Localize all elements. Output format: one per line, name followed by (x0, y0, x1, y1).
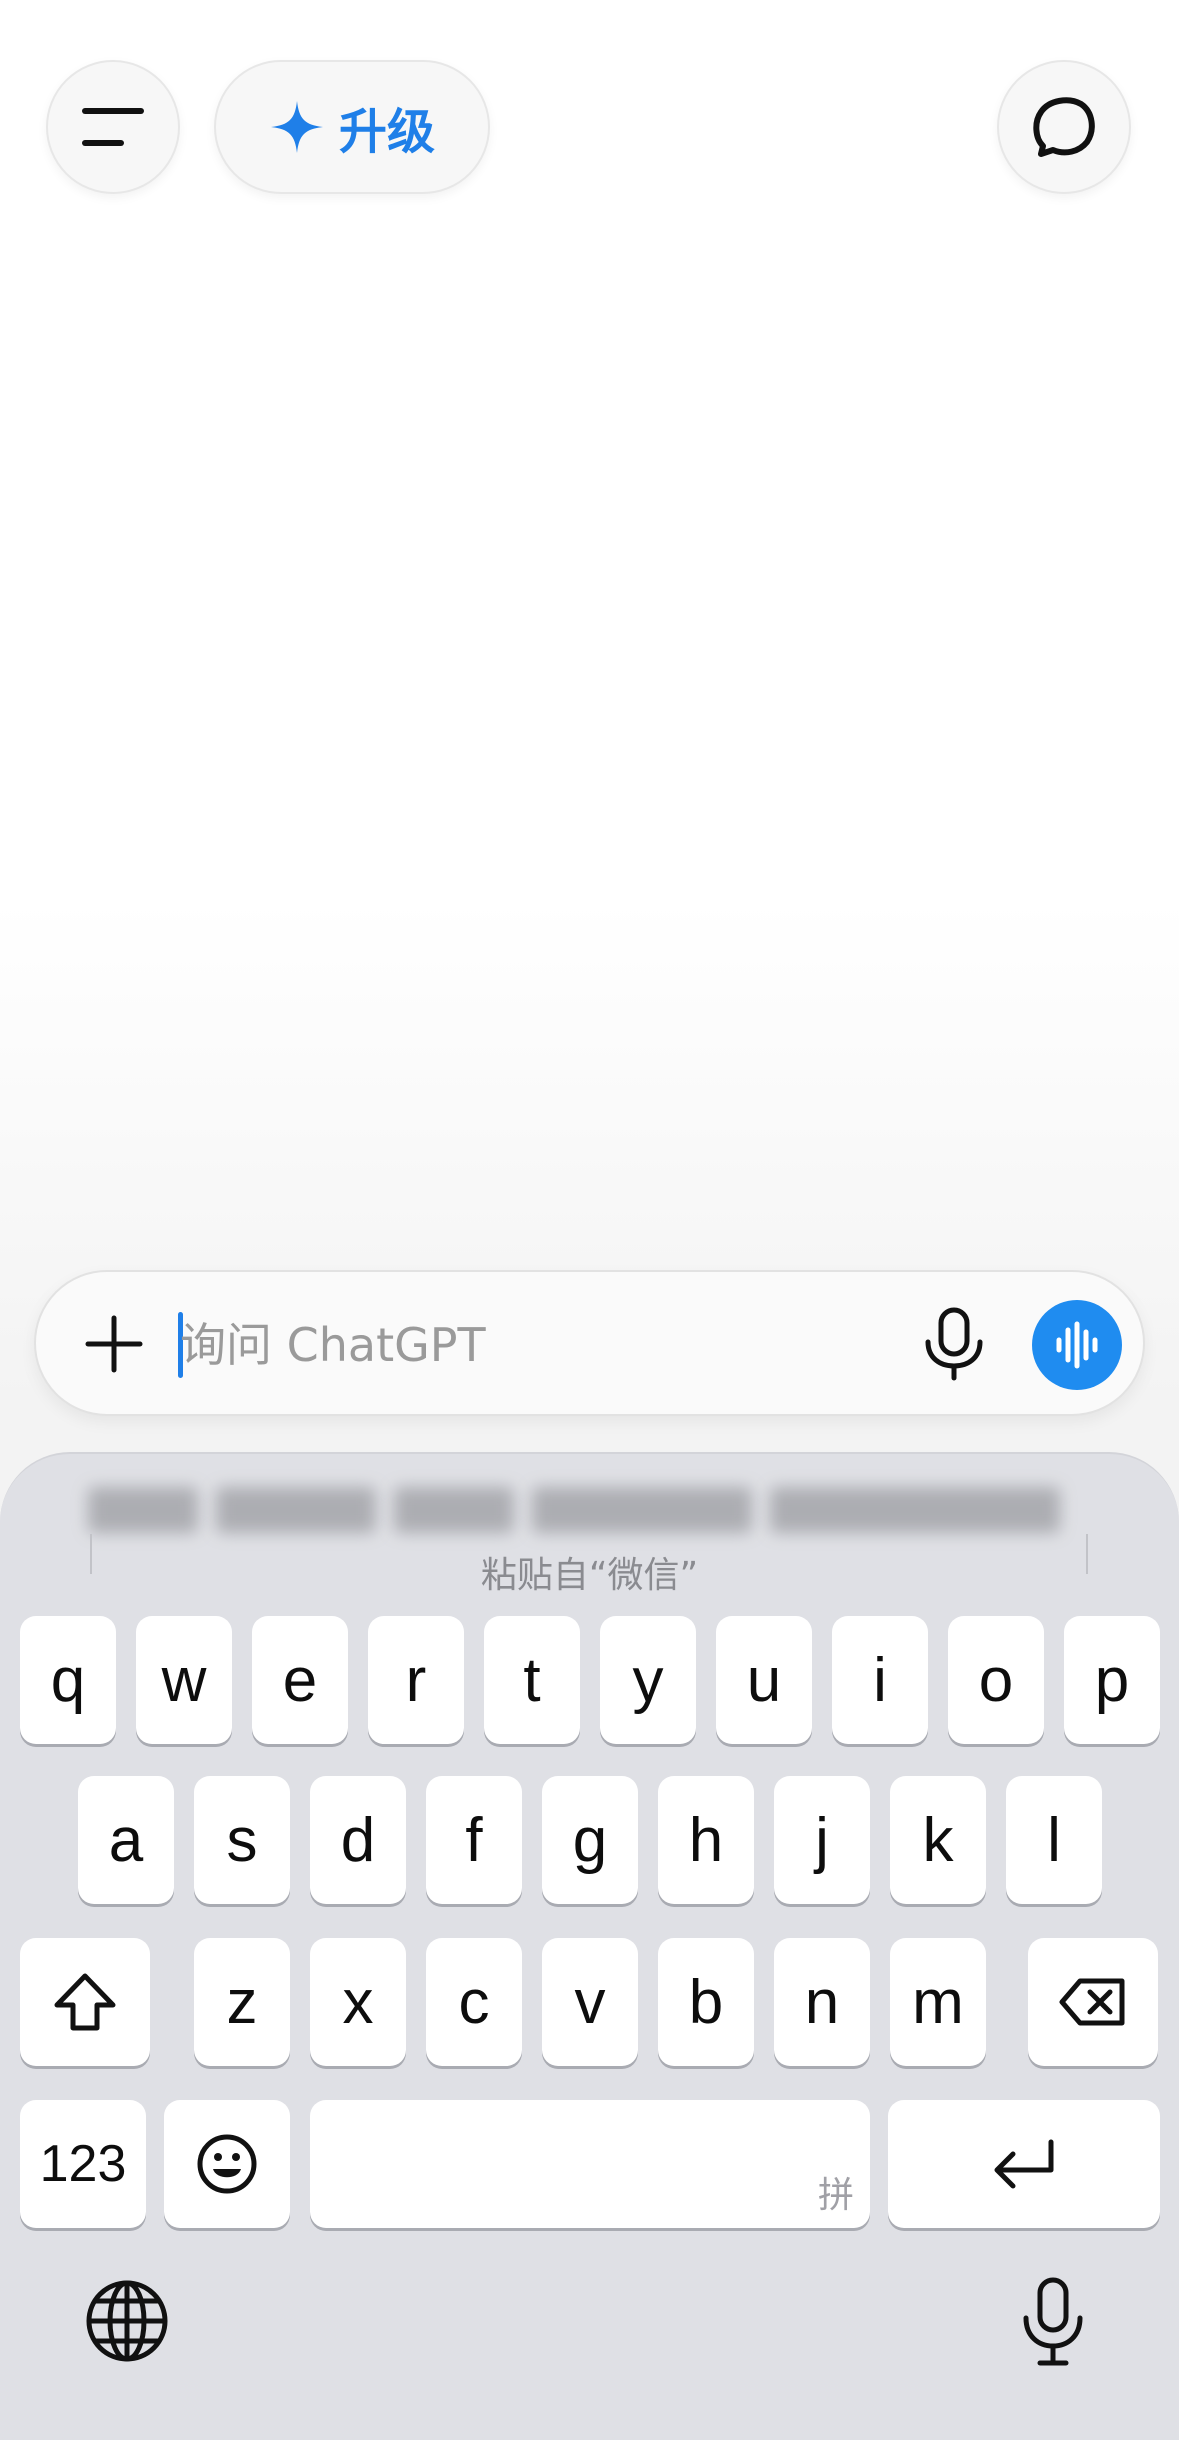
key-j[interactable]: j (774, 1776, 870, 1904)
microphone-icon[interactable] (916, 1306, 992, 1382)
key-r[interactable]: r (368, 1616, 464, 1744)
keyboard: 粘贴自“微信” q w e r t y u i o p a s d f g h … (0, 1452, 1179, 2440)
microphone-icon (1023, 2277, 1083, 2366)
blurred-text (770, 1487, 1060, 1533)
emoji-icon (197, 2134, 257, 2194)
key-a[interactable]: a (78, 1776, 174, 1904)
new-chat-bubble-icon (1033, 97, 1095, 157)
voice-waveform-icon (1056, 1321, 1098, 1369)
key-x[interactable]: x (310, 1938, 406, 2066)
key-y[interactable]: y (600, 1616, 696, 1744)
key-q[interactable]: q (20, 1616, 116, 1744)
upgrade-button[interactable]: 升级 (214, 60, 490, 194)
key-t[interactable]: t (484, 1616, 580, 1744)
key-l[interactable]: l (1006, 1776, 1102, 1904)
key-s[interactable]: s (194, 1776, 290, 1904)
backspace-icon (1059, 1978, 1125, 2026)
numbers-key[interactable]: 123 (20, 2100, 146, 2228)
key-h[interactable]: h (658, 1776, 754, 1904)
new-chat-button[interactable] (997, 60, 1131, 194)
return-key[interactable] (888, 2100, 1160, 2228)
shift-icon (54, 1973, 116, 2031)
key-g[interactable]: g (542, 1776, 638, 1904)
paste-source-caption: 粘贴自“微信” (480, 1555, 699, 1596)
blurred-text (216, 1487, 376, 1533)
shift-key[interactable] (20, 1938, 150, 2066)
dictation-button[interactable] (1008, 2272, 1098, 2372)
key-d[interactable]: d (310, 1776, 406, 1904)
key-o[interactable]: o (948, 1616, 1044, 1744)
key-u[interactable]: u (716, 1616, 812, 1744)
input-method-hint: 拼 (817, 2175, 854, 2216)
key-b[interactable]: b (658, 1938, 754, 2066)
key-c[interactable]: c (426, 1938, 522, 2066)
blurred-text (394, 1487, 514, 1533)
return-icon (994, 2139, 1054, 2189)
key-n[interactable]: n (774, 1938, 870, 2066)
key-v[interactable]: v (542, 1938, 638, 2066)
key-p[interactable]: p (1064, 1616, 1160, 1744)
paste-suggestion[interactable] (88, 1468, 1088, 1552)
key-w[interactable]: w (136, 1616, 232, 1744)
menu-button[interactable] (46, 60, 180, 194)
key-e[interactable]: e (252, 1616, 348, 1744)
space-key[interactable]: 拼 (310, 2100, 870, 2228)
key-i[interactable]: i (832, 1616, 928, 1744)
key-f[interactable]: f (426, 1776, 522, 1904)
screen: 升级 询问 ChatGPT 粘贴自“微信” q w e r t y u i o … (0, 0, 1179, 2440)
blurred-text (532, 1487, 752, 1533)
globe-button[interactable] (82, 2276, 172, 2366)
delete-key[interactable] (1028, 1938, 1158, 2066)
key-k[interactable]: k (890, 1776, 986, 1904)
globe-icon (86, 2280, 168, 2362)
blurred-text (88, 1487, 198, 1533)
voice-mode-button[interactable] (1032, 1300, 1122, 1390)
message-input[interactable] (180, 1310, 820, 1380)
hamburger-menu-icon (82, 108, 144, 146)
plus-icon[interactable] (82, 1312, 146, 1376)
upgrade-label: 升级 (338, 104, 435, 160)
key-m[interactable]: m (890, 1938, 986, 2066)
key-z[interactable]: z (194, 1938, 290, 2066)
emoji-key[interactable] (164, 2100, 290, 2228)
message-composer (34, 1270, 1145, 1416)
sparkle-icon (270, 101, 323, 153)
